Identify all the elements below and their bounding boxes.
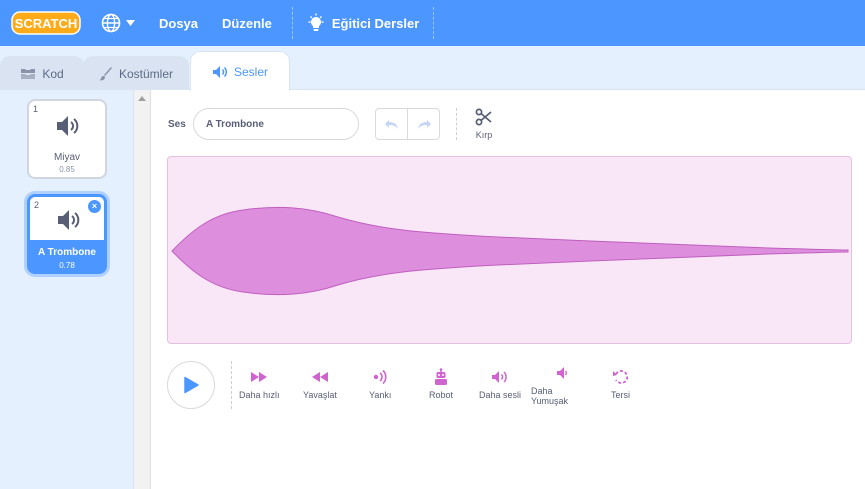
softer-icon xyxy=(557,367,567,379)
effect-robot-button[interactable]: Robot xyxy=(429,366,453,400)
sound-item[interactable]: 1 Miyav 0.85 xyxy=(27,99,107,179)
trim-label: Kırp xyxy=(475,130,493,140)
undo-redo-group xyxy=(375,108,440,140)
toolbar-divider xyxy=(456,108,457,140)
lightbulb-icon xyxy=(308,13,324,31)
effect-label: Yavaşlat xyxy=(303,390,337,400)
effect-label: Tersi xyxy=(611,390,631,400)
tab-costumes-label: Kostümler xyxy=(118,66,174,81)
effect-echo-button[interactable]: Yankı xyxy=(369,366,391,400)
menu-bar: SCRATCH Dosya Düzenle Eğitici Dersler xyxy=(0,0,865,46)
effect-label: Robot xyxy=(429,390,454,400)
menu-divider xyxy=(433,7,435,39)
redo-button[interactable] xyxy=(407,109,439,139)
globe-icon xyxy=(101,13,121,33)
tab-sounds[interactable]: Sesler xyxy=(190,51,290,91)
effect-louder-button[interactable]: Daha sesli xyxy=(479,366,521,400)
sound-item-number: 1 xyxy=(33,104,39,114)
tab-costumes[interactable]: Kostümler xyxy=(83,56,189,90)
effects-divider xyxy=(231,361,232,409)
editor-tabs: Kod Kostümler Sesler xyxy=(0,46,865,91)
trim-button[interactable]: Kırp xyxy=(469,108,499,140)
effect-label: Daha sesli xyxy=(479,390,522,400)
chevron-down-icon xyxy=(126,20,135,26)
reverse-icon xyxy=(612,370,628,384)
effect-label: Yankı xyxy=(369,390,392,400)
effect-slower-button[interactable]: Yavaşlat xyxy=(303,366,337,400)
tab-code[interactable]: Kod xyxy=(0,56,84,90)
speaker-icon xyxy=(212,65,227,78)
louder-icon xyxy=(492,371,507,383)
effect-faster-button[interactable]: Daha hızlı xyxy=(239,366,280,400)
effect-label: Daha hızlı xyxy=(239,390,280,400)
sound-name-label: Ses xyxy=(168,119,186,130)
scratch-logo[interactable]: SCRATCH xyxy=(11,10,81,36)
speaker-icon xyxy=(57,116,79,136)
edit-menu[interactable]: Düzenle xyxy=(222,16,272,31)
tutorials-label: Eğitici Dersler xyxy=(331,15,420,31)
file-menu[interactable]: Dosya xyxy=(159,16,198,31)
tab-sounds-label: Sesler xyxy=(233,64,268,79)
slower-icon xyxy=(311,372,328,382)
paintbrush-icon xyxy=(98,66,112,80)
undo-button[interactable] xyxy=(376,109,407,139)
delete-sound-button[interactable]: × xyxy=(88,200,101,213)
play-icon xyxy=(184,376,199,394)
logo-text: SCRATCH xyxy=(15,16,78,31)
sound-item-duration: 0.78 xyxy=(59,261,75,270)
tab-code-label: Kod xyxy=(42,66,64,81)
play-button[interactable] xyxy=(167,361,215,409)
sound-item-name: Miyav xyxy=(53,152,81,163)
sound-name-input[interactable] xyxy=(193,108,359,140)
echo-icon xyxy=(373,369,387,385)
sound-item-duration: 0.85 xyxy=(59,165,75,174)
faster-icon xyxy=(251,372,268,382)
sound-list-scrollbar[interactable] xyxy=(134,90,151,489)
sound-item-name: A Trombone xyxy=(38,247,96,258)
redo-icon xyxy=(417,120,431,129)
scissors-icon xyxy=(475,108,492,126)
effect-reverse-button[interactable]: Tersi xyxy=(611,366,630,400)
undo-icon xyxy=(384,120,398,129)
tutorials-menu[interactable]: Eğitici Dersler xyxy=(306,13,419,33)
waveform xyxy=(171,206,849,296)
code-blocks-icon xyxy=(21,68,36,79)
menu-divider xyxy=(291,7,293,39)
sound-item-number: 2 xyxy=(34,200,40,210)
robot-icon xyxy=(435,368,448,385)
effect-softer-button[interactable]: Daha Yumuşak xyxy=(531,362,593,406)
sound-item-selected[interactable]: 2 × A Trombone 0.78 xyxy=(27,194,107,274)
waveform-display[interactable] xyxy=(167,156,852,344)
speaker-icon xyxy=(58,210,80,230)
language-menu[interactable] xyxy=(101,13,135,33)
effect-label: Daha Yumuşak xyxy=(531,386,569,406)
scroll-up-arrow[interactable] xyxy=(138,96,146,101)
